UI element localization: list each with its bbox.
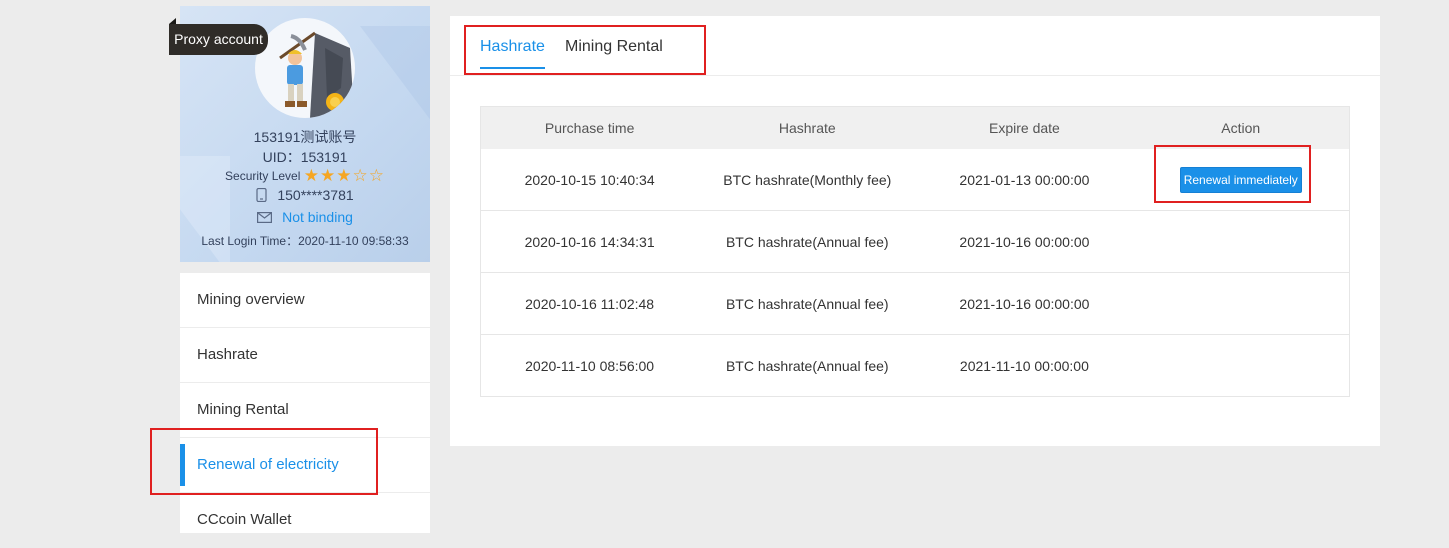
tab-mining-rental[interactable]: Mining Rental [565,38,663,56]
email-binding-link[interactable]: Not binding [282,209,353,225]
security-level: Security Level ★★★☆☆ [180,166,430,186]
main-panel: Hashrate Mining Rental Purchase time Has… [450,16,1380,446]
action-cell [1132,334,1350,397]
expire-date-cell: 2021-10-16 00:00:00 [916,272,1133,335]
phone-number: 150****3781 [277,187,354,203]
action-cell [1132,210,1350,273]
miner-avatar[interactable] [255,18,355,118]
purchase-time-cell: 2020-11-10 08:56:00 [480,334,699,397]
user-uid: UID：153191 [262,149,348,165]
email-row: Not binding [180,209,430,226]
renewal-immediately-button[interactable]: Renewal immediately [1179,166,1302,193]
table-row: 2020-11-10 08:56:00 BTC hashrate(Annual … [480,334,1350,397]
sidebar-item-cccoin-wallet[interactable]: CCcoin Wallet [180,493,430,548]
purchase-time-cell: 2020-10-16 14:34:31 [480,210,699,273]
hashrate-cell: BTC hashrate(Annual fee) [698,210,917,273]
action-cell [1132,272,1350,335]
table-row: 2020-10-16 11:02:48 BTC hashrate(Annual … [480,272,1350,335]
mail-icon [257,210,273,226]
tab-hashrate[interactable]: Hashrate [480,38,545,69]
col-purchase-time: Purchase time [480,106,699,149]
expire-date-cell: 2021-10-16 00:00:00 [916,210,1133,273]
tab-bar: Hashrate Mining Rental [450,16,1380,76]
table-row: 2020-10-16 14:34:31 BTC hashrate(Annual … [480,210,1350,273]
sidebar-menu: Mining overview Hashrate Mining Rental R… [180,273,430,548]
security-level-label: Security Level [225,169,301,183]
table-header-row: Purchase time Hashrate Expire date Actio… [480,106,1350,149]
security-stars: ★★★☆☆ [303,166,385,185]
phone-row: 150****3781 [180,187,430,205]
phone-icon [256,187,267,205]
expire-date-cell: 2021-01-13 00:00:00 [916,149,1133,211]
renewal-table: Purchase time Hashrate Expire date Actio… [480,106,1350,397]
purchase-time-cell: 2020-10-15 10:40:34 [480,149,699,211]
col-action: Action [1132,106,1350,149]
sidebar-item-hashrate[interactable]: Hashrate [180,328,430,383]
username: 153191测试账号 [253,129,357,145]
action-cell: Renewal immediately [1132,149,1350,211]
proxy-account-tag: Proxy account [169,18,268,55]
col-expire-date: Expire date [916,106,1133,149]
table-row: 2020-10-15 10:40:34 BTC hashrate(Monthly… [480,149,1350,211]
sidebar-item-renewal-of-electricity[interactable]: Renewal of electricity [180,438,430,493]
hashrate-cell: BTC hashrate(Monthly fee) [698,149,917,211]
last-login-time: Last Login Time：2020-11-10 09:58:33 [201,234,409,248]
sidebar-item-mining-overview[interactable]: Mining overview [180,273,430,328]
hashrate-cell: BTC hashrate(Annual fee) [698,272,917,335]
col-hashrate: Hashrate [698,106,917,149]
sidebar-item-mining-rental[interactable]: Mining Rental [180,383,430,438]
hashrate-cell: BTC hashrate(Annual fee) [698,334,917,397]
expire-date-cell: 2021-11-10 00:00:00 [916,334,1133,397]
purchase-time-cell: 2020-10-16 11:02:48 [480,272,699,335]
